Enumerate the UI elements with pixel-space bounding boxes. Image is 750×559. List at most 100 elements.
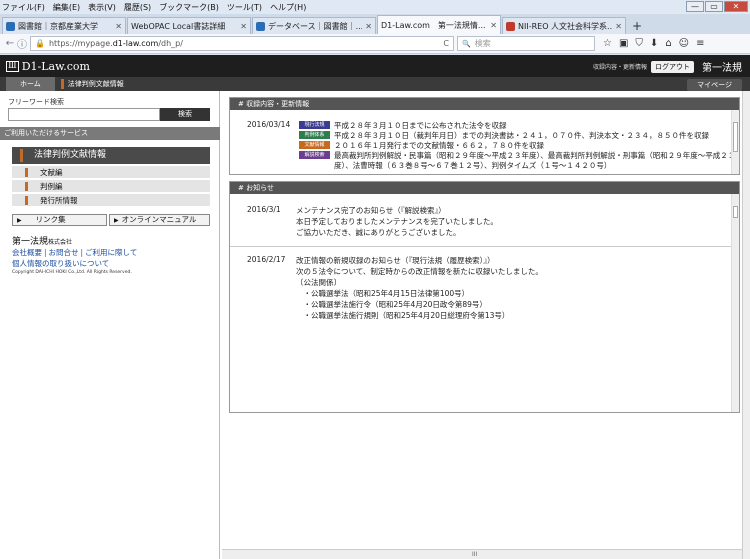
tab-library[interactable]: 図書館｜京都産業大学 ✕	[2, 17, 126, 34]
logo-text: D1-Law.com	[21, 59, 90, 73]
menu-file[interactable]: ファイル(F)	[2, 2, 45, 13]
current-service-tab[interactable]: 法律判例文献情報	[60, 79, 124, 89]
updates-panel-header: # 収録内容・更新情報	[230, 98, 739, 110]
copyright: Copyright DAI-ICHI HOKI Co.,Ltd. All Rig…	[12, 270, 132, 275]
tab-bar: 図書館｜京都産業大学 ✕ WebOPAC Local書誌詳細 ✕ データベース｜…	[0, 14, 750, 34]
page-vertical-scrollbar[interactable]	[742, 91, 750, 559]
online-manual-button[interactable]: ▶ オンラインマニュアル	[109, 214, 210, 226]
updates-panel: # 収録内容・更新情報 2016/03/14 現行法規 平成２８年３月１０日まで…	[229, 97, 740, 175]
terms-link[interactable]: ご利用に際して	[85, 248, 137, 257]
download-icon[interactable]: ⬇	[650, 38, 658, 49]
tab-webopac[interactable]: WebOPAC Local書誌詳細 ✕	[127, 17, 251, 34]
news-panel: # お知らせ 2016/3/1 メンテナンス完了のお知らせ（『解説検索』） 本日…	[229, 181, 740, 413]
bookmark-star-icon[interactable]: ☆	[603, 38, 612, 49]
toolbar-icons: ☆ ▣ ⛉ ⬇ ⌂ ☺ ≡	[603, 38, 705, 49]
window-controls: — ▭ ✕	[686, 1, 748, 12]
news-line: 次の５法令について、制定時からの改正情報を新たに収録いたしました。	[296, 267, 543, 276]
logout-button[interactable]: ログアウト	[651, 60, 694, 73]
address-bar[interactable]: 🔒 https://mypage.d1-law.com/dh_p/ C	[30, 36, 454, 51]
news-title-link[interactable]: 改正情報の新規収録のお知らせ（『現行法規（履歴検索）』）	[296, 255, 495, 266]
triangle-right-icon: ▶	[17, 217, 22, 224]
menu-bookmarks[interactable]: ブックマーク(B)	[159, 2, 219, 13]
minimize-button[interactable]: —	[686, 1, 704, 12]
hamburger-menu-icon[interactable]: ≡	[696, 38, 704, 49]
news-line: ご協力いただき、誠にありがとうございました。	[296, 228, 461, 237]
badge-commentary: 解説検索	[299, 151, 330, 159]
tab-label: D1-Law.com 第一法規情...	[381, 20, 486, 30]
account-icon[interactable]: ☺	[679, 38, 689, 49]
triangle-right-icon: ▶	[114, 217, 119, 224]
freeword-search-button[interactable]: 検索	[160, 108, 210, 121]
menu-help[interactable]: ヘルプ(H)	[270, 2, 306, 13]
updates-scrollbar[interactable]	[731, 110, 739, 174]
badge-case-system: 判例体系	[299, 131, 330, 139]
service-item-literature[interactable]: 文献編	[12, 166, 210, 179]
menu-edit[interactable]: 編集(E)	[53, 2, 80, 13]
news-line: 〔公法関係〕	[296, 278, 341, 287]
lock-icon: 🔒	[35, 39, 45, 48]
manual-button-label: オンラインマニュアル	[121, 215, 197, 224]
reading-list-icon[interactable]: ▣	[619, 38, 628, 49]
tab-label: 図書館｜京都産業大学	[18, 21, 98, 31]
scrollbar-thumb[interactable]	[733, 206, 738, 218]
tab-close-icon[interactable]: ✕	[615, 22, 622, 31]
news-title: お知らせ	[246, 184, 274, 192]
scrollbar-thumb[interactable]	[733, 122, 738, 152]
header-updates-link[interactable]: 収録内容・更新情報	[593, 62, 647, 71]
service-heading[interactable]: 法律判例文献情報	[12, 147, 210, 164]
company-overview-link[interactable]: 会社概要	[12, 248, 42, 257]
updates-date: 2016/03/14	[247, 120, 291, 129]
new-tab-button[interactable]: +	[627, 18, 647, 34]
left-sidebar: フリーワード検索 検索 ご利用いただけるサービス 法律判例文献情報 文献編 判例…	[0, 91, 220, 559]
page-viewport: フリーワード検索 検索 ご利用いただけるサービス 法律判例文献情報 文献編 判例…	[0, 91, 750, 559]
home-icon[interactable]: ⌂	[665, 38, 671, 49]
news-title-link[interactable]: メンテナンス完了のお知らせ（『解説検索』）	[296, 205, 446, 216]
browser-search-input[interactable]: 🔍 検索	[457, 36, 595, 51]
close-window-button[interactable]: ✕	[724, 1, 748, 12]
home-tab[interactable]: ホーム	[6, 77, 55, 91]
news-date: 2016/3/1	[247, 205, 281, 214]
badge-literature: 文献情報	[299, 141, 330, 149]
tab-d1law[interactable]: D1-Law.com 第一法規情... ✕	[377, 15, 501, 34]
info-icon[interactable]: ⓘ	[16, 36, 28, 51]
menu-history[interactable]: 履歴(S)	[124, 2, 151, 13]
back-arrow-icon[interactable]: ←	[4, 38, 16, 49]
page-horizontal-scrollbar[interactable]: III	[222, 549, 742, 559]
privacy-link[interactable]: 個人情報の取り扱いについて	[12, 258, 109, 269]
service-item-publishers[interactable]: 発行所情報	[12, 194, 210, 207]
news-line: ・公職選挙法施行規則（昭和25年4月20日総理府令第13号）	[296, 311, 510, 320]
corp-name-text: 第一法規	[12, 237, 49, 247]
maximize-button[interactable]: ▭	[705, 1, 723, 12]
menu-view[interactable]: 表示(V)	[88, 2, 116, 13]
tab-nii-reo[interactable]: NII-REO 人文社会科学系... ✕	[502, 17, 626, 34]
menu-tools[interactable]: ツール(T)	[227, 2, 262, 13]
tab-label: WebOPAC Local書誌詳細	[131, 21, 226, 31]
freeword-search-input[interactable]	[8, 108, 160, 121]
updates-title: 収録内容・更新情報	[246, 100, 310, 108]
news-line: ・公職選挙法施行令（昭和25年4月20日政令第89号）	[296, 300, 487, 309]
news-scrollbar[interactable]	[731, 194, 739, 412]
reload-icon[interactable]: C	[443, 39, 449, 48]
corp-suffix: 株式会社	[48, 239, 73, 246]
contact-link[interactable]: お問合せ	[49, 248, 79, 257]
freeword-label: フリーワード検索	[8, 98, 64, 106]
news-divider	[230, 246, 732, 247]
navigation-bar: ← ⓘ 🔒 https://mypage.d1-law.com/dh_p/ C …	[0, 34, 750, 54]
tab-database[interactable]: データベース｜図書館｜... ✕	[252, 17, 376, 34]
tab-close-icon[interactable]: ✕	[490, 21, 497, 30]
links-button[interactable]: ▶ リンク集	[12, 214, 107, 226]
menu-bar: ファイル(F) 編集(E) 表示(V) 履歴(S) ブックマーク(B) ツール(…	[0, 0, 750, 14]
corporate-name: 第一法規株式会社	[12, 234, 72, 247]
search-icon: 🔍	[462, 39, 471, 48]
d1law-logo[interactable]: Ⅲ D1-Law.com	[6, 60, 90, 73]
tab-close-icon[interactable]: ✕	[115, 22, 122, 31]
pocket-icon[interactable]: ⛉	[635, 38, 643, 49]
tab-label: データベース｜図書館｜...	[268, 21, 363, 31]
tab-close-icon[interactable]: ✕	[365, 22, 372, 31]
service-item-cases[interactable]: 判例編	[12, 180, 210, 193]
mypage-button[interactable]: マイページ	[687, 79, 742, 91]
scroll-grip-icon[interactable]: III	[472, 551, 477, 558]
brand-name: 第一法規	[702, 63, 742, 74]
news-line: ・公職選挙法（昭和25年4月15日法律第100号）	[296, 289, 470, 298]
tab-close-icon[interactable]: ✕	[240, 22, 247, 31]
